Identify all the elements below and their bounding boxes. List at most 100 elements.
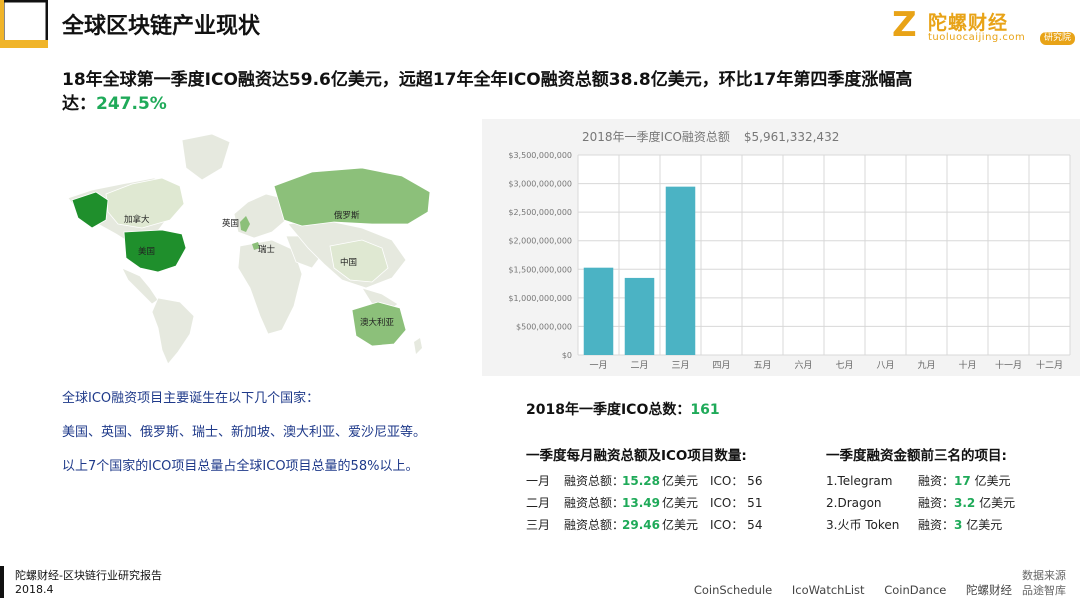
x-tick-label: 十二月 <box>1036 359 1063 371</box>
x-tick-label: 五月 <box>753 360 771 371</box>
y-tick-label: $500,000,000 <box>516 322 572 331</box>
y-tick-label: $2,500,000,000 <box>508 208 572 217</box>
desc-line-3: 以上7个国家的ICO项目总量占全球ICO项目总量的58%以上。 <box>62 459 419 474</box>
y-tick-label: $1,000,000,000 <box>508 294 572 303</box>
x-tick-label: 六月 <box>794 359 812 371</box>
project-label: 融资： <box>918 474 955 488</box>
logo-en: tuoluocaijing.com <box>928 32 1026 43</box>
x-tick-label: 三月 <box>671 360 689 371</box>
map-label-usa: 美国 <box>138 246 155 257</box>
monthly-summary: 一季度每月融资总额及ICO项目数量: 一月 融资总额：15.28 亿美元 ICO： 5… <box>526 444 786 536</box>
map-label-australia: 澳大利亚 <box>360 317 395 328</box>
data-sources: CoinSchedule IcoWatchList CoinDance 陀螺财经 <box>678 582 1012 598</box>
monthly-row: 一月 融资总额：15.28 亿美元 ICO： 56 <box>526 470 786 492</box>
top3-title: 一季度融资金额前三名的项目: <box>826 448 1007 464</box>
project-unit: 亿美元 <box>979 496 1016 510</box>
desc-line-2: 美国、英国、俄罗斯、瑞士、新加坡、澳大利亚、爱沙尼亚等。 <box>62 425 427 440</box>
map-label-russia: 俄罗斯 <box>334 210 360 221</box>
project-row: 1.Telegram 融资：17 亿美元 <box>826 470 1056 492</box>
amount-value: 29.46 <box>622 518 660 532</box>
amount-unit: 亿美元 <box>662 518 699 532</box>
footer-accent-bar <box>0 566 4 598</box>
map-label-china: 中国 <box>340 257 357 268</box>
corner-bracket-decoration <box>0 0 48 48</box>
x-tick-label: 九月 <box>917 360 935 371</box>
project-unit: 亿美元 <box>974 474 1011 488</box>
ico-total: 2018年一季度ICO总数：161 <box>526 399 720 419</box>
amount-label: 融资总额： <box>564 496 625 510</box>
x-tick-label: 四月 <box>712 360 730 371</box>
source-label: 数据来源 品途智库 <box>1022 569 1066 597</box>
project-value: 17 <box>954 474 971 488</box>
map-label-switzerland: 瑞士 <box>258 244 276 255</box>
monthly-title: 一季度每月融资总额及ICO项目数量: <box>526 448 747 464</box>
project-label: 融资： <box>918 496 955 510</box>
south-america-shape <box>151 297 195 365</box>
chart-bar <box>583 267 614 355</box>
x-tick-label: 二月 <box>630 360 648 371</box>
amount-value: 13.49 <box>622 496 660 510</box>
y-tick-label: $3,500,000,000 <box>508 151 572 160</box>
y-tick-label: $3,000,000,000 <box>508 180 572 189</box>
chart-bar <box>665 186 696 355</box>
chart-bar <box>624 277 655 355</box>
y-tick-label: $2,000,000,000 <box>508 237 572 246</box>
project-name: 1.Telegram <box>826 474 893 488</box>
x-tick-label: 一月 <box>589 360 607 371</box>
headline: 18年全球第一季度ICO融资达59.6亿美元，远超17年全年ICO融资总额38.… <box>62 68 922 116</box>
logo-cn: 陀螺财经 <box>928 12 1009 34</box>
ico-count: ICO： 51 <box>710 496 763 510</box>
source-item: CoinDance <box>884 583 947 597</box>
ico-bar-chart: $0 $500,000,000 $1,000,000,000 $1,500,000,0… <box>508 151 1071 371</box>
nz-shape <box>414 338 422 354</box>
ico-chart-panel: 2018年一季度ICO融资总额 $5,961,332,432 $0 $500,000… <box>482 119 1080 376</box>
y-tick-label: $1,500,000,000 <box>508 265 572 274</box>
map-label-canada: 加拿大 <box>124 214 150 225</box>
source-item: IcoWatchList <box>791 583 865 597</box>
headline-pct: 247.5% <box>96 94 167 114</box>
top-three-projects: 一季度融资金额前三名的项目: 1.Telegram 融资：17 亿美元 2.Dra… <box>826 444 1056 536</box>
greenland-shape <box>181 133 231 181</box>
monthly-row: 二月 融资总额：13.49 亿美元 ICO： 51 <box>526 492 786 514</box>
headline-text: 18年全球第一季度ICO融资达59.6亿美元，远超17年全年ICO融资总额38.… <box>62 70 913 114</box>
project-value: 3 <box>954 518 963 532</box>
project-name: 2.Dragon <box>826 496 882 510</box>
amount-label: 融资总额： <box>564 518 625 532</box>
source-item: CoinSchedule <box>693 583 773 597</box>
world-map: 加拿大 美国 英国 瑞士 俄罗斯 中国 澳大利亚 <box>67 133 431 365</box>
amount-unit: 亿美元 <box>662 474 699 488</box>
month-label: 三月 <box>526 518 551 532</box>
project-name: 3.火币 Token <box>826 518 900 532</box>
logo-badge: 研究院 <box>1040 32 1076 45</box>
amount-unit: 亿美元 <box>662 496 699 510</box>
footer-report-info: 陀螺财经-区块链行业研究报告 2018.4 <box>15 569 162 597</box>
y-tick-label: $0 <box>562 351 572 360</box>
country-description: 全球ICO融资项目主要诞生在以下几个国家： 美国、英国、俄罗斯、瑞士、新加坡、澳… <box>62 390 482 492</box>
project-row: 3.火币 Token 融资：3 亿美元 <box>826 514 1056 536</box>
project-row: 2.Dragon 融资：3.2 亿美元 <box>826 492 1056 514</box>
brand-logo: Z 陀螺财经 tuoluocaijing.com 研究院 <box>892 6 1077 46</box>
central-america-shape <box>121 267 159 305</box>
ico-count: ICO： 54 <box>710 518 763 532</box>
desc-line-1: 全球ICO融资项目主要诞生在以下几个国家： <box>62 391 320 406</box>
x-tick-label: 七月 <box>835 360 853 371</box>
project-label: 融资： <box>918 518 955 532</box>
month-label: 二月 <box>526 496 551 510</box>
footer-report-title: 陀螺财经-区块链行业研究报告 <box>15 569 162 582</box>
ico-count: ICO： 56 <box>710 474 763 488</box>
amount-value: 15.28 <box>622 474 660 488</box>
month-label: 一月 <box>526 474 551 488</box>
ico-total-label: 2018年一季度ICO总数： <box>526 402 691 418</box>
ico-total-value: 161 <box>690 402 720 418</box>
footer-date: 2018.4 <box>15 583 54 596</box>
source-item: 陀螺财经 <box>966 583 1012 597</box>
map-label-uk: 英国 <box>222 218 239 229</box>
monthly-row: 三月 融资总额：29.46 亿美元 ICO： 54 <box>526 514 786 536</box>
project-unit: 亿美元 <box>966 518 1003 532</box>
logo-mark: Z <box>892 5 917 45</box>
project-value: 3.2 <box>954 496 976 510</box>
x-tick-label: 十一月 <box>995 359 1022 371</box>
x-tick-label: 十月 <box>958 359 976 371</box>
page-title: 全球区块链产业现状 <box>62 14 261 39</box>
x-tick-label: 八月 <box>876 360 894 371</box>
